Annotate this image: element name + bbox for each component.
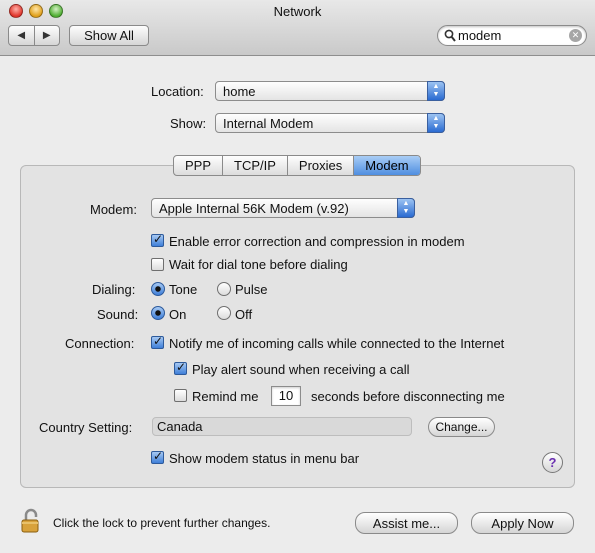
sound-off-radio[interactable] bbox=[217, 306, 231, 320]
tone-radio[interactable] bbox=[151, 282, 165, 296]
search-field[interactable]: modem ✕ bbox=[437, 25, 587, 46]
show-modem-status-checkbox[interactable] bbox=[151, 449, 164, 464]
play-alert-checkbox[interactable] bbox=[174, 360, 187, 375]
error-correction-checkbox[interactable] bbox=[151, 232, 164, 247]
show-value: Internal Modem bbox=[223, 116, 314, 131]
modem-value: Apple Internal 56K Modem (v.92) bbox=[159, 201, 349, 216]
dialing-label: Dialing: bbox=[92, 282, 136, 297]
play-alert-label: Play alert sound when receiving a call bbox=[192, 362, 410, 377]
notify-incoming-checkbox[interactable] bbox=[151, 334, 164, 349]
sound-label: Sound: bbox=[97, 307, 139, 322]
apply-now-button[interactable]: Apply Now bbox=[471, 512, 574, 534]
country-setting-label: Country Setting: bbox=[39, 420, 133, 435]
tab-tcp-ip[interactable]: TCP/IP bbox=[223, 156, 288, 175]
change-country-button[interactable]: Change... bbox=[428, 417, 495, 437]
back-forward-control: ◀ ▶ bbox=[8, 25, 60, 46]
popup-arrows-icon: ▲ ▼ bbox=[397, 198, 415, 218]
tab-bar: PPP TCP/IP Proxies Modem bbox=[173, 155, 421, 176]
sound-on-radio[interactable] bbox=[151, 306, 165, 320]
location-value: home bbox=[223, 84, 256, 99]
title-bar: Network ◀ ▶ Show All modem ✕ bbox=[0, 0, 595, 56]
notify-incoming-label: Notify me of incoming calls while connec… bbox=[169, 336, 505, 351]
tab-ppp[interactable]: PPP bbox=[174, 156, 224, 175]
sound-on-label: On bbox=[169, 307, 187, 322]
pulse-label: Pulse bbox=[235, 282, 268, 297]
country-value-field: Canada bbox=[152, 417, 412, 436]
popup-arrows-icon: ▲ ▼ bbox=[427, 113, 445, 133]
lock-message: Click the lock to prevent further change… bbox=[53, 516, 271, 530]
wait-dial-tone-checkbox[interactable] bbox=[151, 258, 164, 271]
remind-seconds-field[interactable]: 10 bbox=[271, 386, 301, 406]
connection-label: Connection: bbox=[65, 336, 135, 351]
remind-me-label: Remind me bbox=[192, 389, 259, 404]
tab-proxies[interactable]: Proxies bbox=[288, 156, 355, 175]
lock-icon[interactable] bbox=[20, 508, 42, 534]
pulse-radio[interactable] bbox=[217, 282, 231, 296]
error-correction-label: Enable error correction and compression … bbox=[169, 234, 465, 249]
window-title: Network bbox=[273, 4, 322, 19]
forward-arrow-icon[interactable]: ▶ bbox=[35, 26, 60, 45]
show-modem-status-label: Show modem status in menu bar bbox=[169, 451, 360, 466]
search-icon bbox=[444, 29, 456, 42]
location-popup[interactable]: home ▲ ▼ bbox=[215, 81, 445, 101]
help-button[interactable]: ? bbox=[542, 452, 563, 473]
tab-modem[interactable]: Modem bbox=[354, 156, 420, 175]
location-label: Location: bbox=[151, 84, 204, 99]
popup-arrows-icon: ▲ ▼ bbox=[427, 81, 445, 101]
modem-label: Modem: bbox=[90, 202, 137, 217]
search-input[interactable]: modem bbox=[458, 28, 501, 43]
sound-off-label: Off bbox=[235, 307, 253, 322]
clear-search-icon[interactable]: ✕ bbox=[569, 29, 582, 42]
wait-dial-tone-label: Wait for dial tone before dialing bbox=[169, 257, 348, 272]
remind-seconds-label: seconds before disconnecting me bbox=[311, 389, 505, 404]
remind-me-checkbox[interactable] bbox=[174, 389, 187, 402]
show-all-button[interactable]: Show All bbox=[69, 25, 149, 46]
modem-popup[interactable]: Apple Internal 56K Modem (v.92) ▲ ▼ bbox=[151, 198, 415, 218]
assist-me-button[interactable]: Assist me... bbox=[355, 512, 458, 534]
show-popup[interactable]: Internal Modem ▲ ▼ bbox=[215, 113, 445, 133]
show-label: Show: bbox=[170, 116, 207, 131]
tone-label: Tone bbox=[169, 282, 198, 297]
back-arrow-icon[interactable]: ◀ bbox=[9, 26, 35, 45]
network-preferences-window: Network ◀ ▶ Show All modem ✕ Location: h… bbox=[0, 0, 595, 553]
